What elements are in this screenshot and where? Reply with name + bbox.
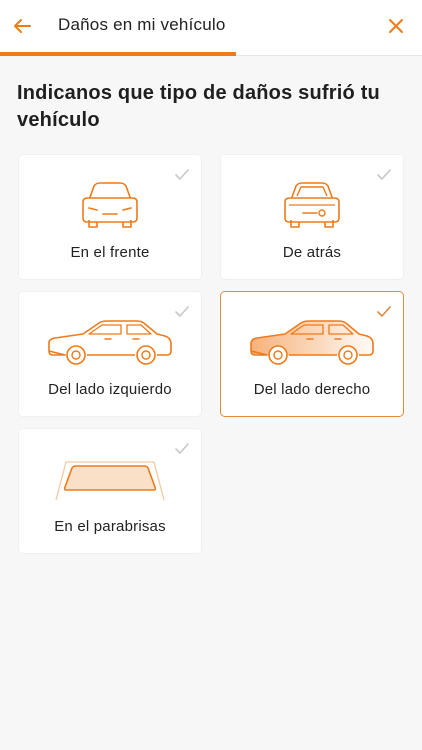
option-card-left-side[interactable]: Del lado izquierdo xyxy=(18,291,202,417)
progress-fill xyxy=(0,52,237,56)
top-bar: Daños en mi vehículo xyxy=(0,0,422,56)
question-heading: Indicanos que tipo de daños sufrió tu ve… xyxy=(17,82,380,131)
arrow-left-icon xyxy=(14,19,31,33)
option-card-rear[interactable]: De atrás xyxy=(220,154,404,280)
car-right-side-icon xyxy=(250,320,374,365)
progress-bar xyxy=(0,52,422,56)
option-label: En el frente xyxy=(70,244,150,261)
close-button[interactable] xyxy=(382,12,410,40)
car-left-side-icon xyxy=(48,320,172,365)
windshield-icon xyxy=(55,461,165,501)
option-label: De atrás xyxy=(282,244,342,261)
option-label: Del lado derecho xyxy=(253,381,371,398)
page-title: Daños en mi vehículo xyxy=(58,15,226,34)
car-front-icon xyxy=(82,182,138,228)
option-card-windshield[interactable]: En el parabrisas xyxy=(18,428,202,554)
option-label: Del lado izquierdo xyxy=(48,381,172,398)
option-card-right-side[interactable]: Del lado derecho xyxy=(220,291,404,417)
back-button[interactable] xyxy=(8,12,36,40)
option-label: En el parabrisas xyxy=(54,518,166,535)
car-rear-icon xyxy=(284,182,340,228)
option-card-front[interactable]: En el frente xyxy=(18,154,202,280)
close-icon xyxy=(389,19,403,33)
